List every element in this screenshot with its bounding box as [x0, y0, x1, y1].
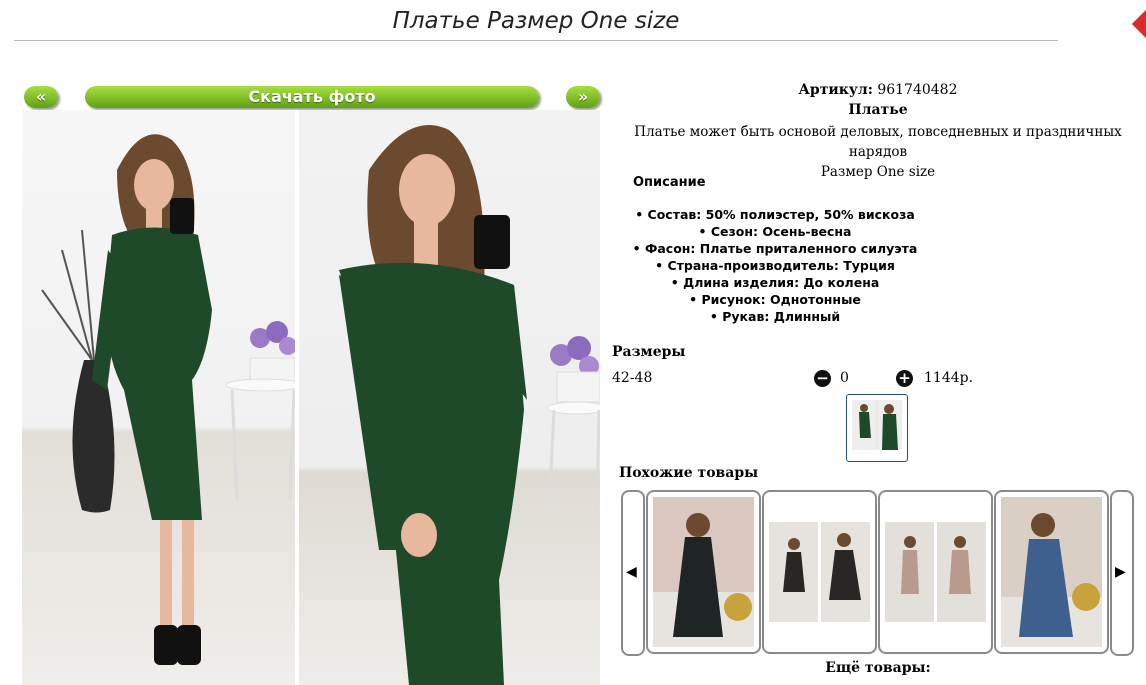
- thumbnail-image: [852, 400, 902, 450]
- corner-badge-icon[interactable]: [1131, 9, 1146, 39]
- similar-product-image: [653, 497, 754, 647]
- similar-product-card[interactable]: [762, 490, 877, 654]
- similar-product-image: [769, 522, 870, 622]
- carousel-next-icon: ▶: [1115, 564, 1126, 580]
- article-label: Артикул:: [798, 82, 873, 98]
- similar-product-image: [1001, 497, 1102, 647]
- product-summary: Платье может быть основой деловых, повсе…: [610, 122, 1146, 182]
- article-line: Артикул: 961740482: [610, 82, 1146, 98]
- prev-photo-button[interactable]: «: [24, 86, 58, 108]
- minus-icon[interactable]: −: [814, 370, 831, 387]
- product-photo-right: [299, 110, 600, 685]
- feature-item: Состав: 50% полиэстер, 50% вискоза: [610, 206, 940, 223]
- feature-item: Сезон: Осень-весна: [610, 223, 940, 240]
- size-row: 42-48 − 0 + 1144р.: [612, 370, 1142, 390]
- feature-item: Фасон: Платье приталенного силуэта: [610, 240, 940, 257]
- summary-line: Платье может быть основой деловых, повсе…: [634, 124, 1122, 160]
- similar-product-card[interactable]: [994, 490, 1109, 654]
- product-photo-left: [22, 110, 295, 685]
- features-list: Состав: 50% полиэстер, 50% вискоза Сезон…: [610, 206, 940, 325]
- download-photo-button[interactable]: Скачать фото: [85, 86, 539, 108]
- carousel-next-button[interactable]: ▶: [1110, 490, 1134, 656]
- description-title: Описание: [633, 175, 706, 190]
- similar-product-card[interactable]: [646, 490, 761, 654]
- article-value: 961740482: [877, 82, 958, 98]
- main-product-photo[interactable]: [22, 110, 600, 685]
- price-value: 1144р.: [924, 370, 974, 386]
- page-title: Платье Размер One size: [14, 8, 1058, 41]
- carousel-prev-icon: ◀: [626, 564, 637, 580]
- sizes-title: Размеры: [612, 344, 686, 360]
- selected-photo-thumbnail[interactable]: [846, 394, 908, 462]
- feature-item: Рисунок: Однотонные: [610, 291, 940, 308]
- next-photo-button[interactable]: »: [566, 86, 600, 108]
- similar-products-title: Похожие товары: [619, 465, 759, 481]
- quantity-value: 0: [840, 370, 849, 386]
- more-products-title: Ещё товары:: [825, 660, 931, 676]
- feature-item: Страна-производитель: Турция: [610, 257, 940, 274]
- size-label: 42-48: [612, 370, 653, 386]
- feature-item: Рукав: Длинный: [610, 308, 940, 325]
- plus-icon[interactable]: +: [896, 370, 913, 387]
- product-name: Платье: [848, 102, 908, 118]
- similar-product-card[interactable]: [878, 490, 993, 654]
- similar-product-image: [885, 522, 986, 622]
- feature-item: Длина изделия: До колена: [610, 274, 940, 291]
- carousel-prev-button[interactable]: ◀: [621, 490, 645, 656]
